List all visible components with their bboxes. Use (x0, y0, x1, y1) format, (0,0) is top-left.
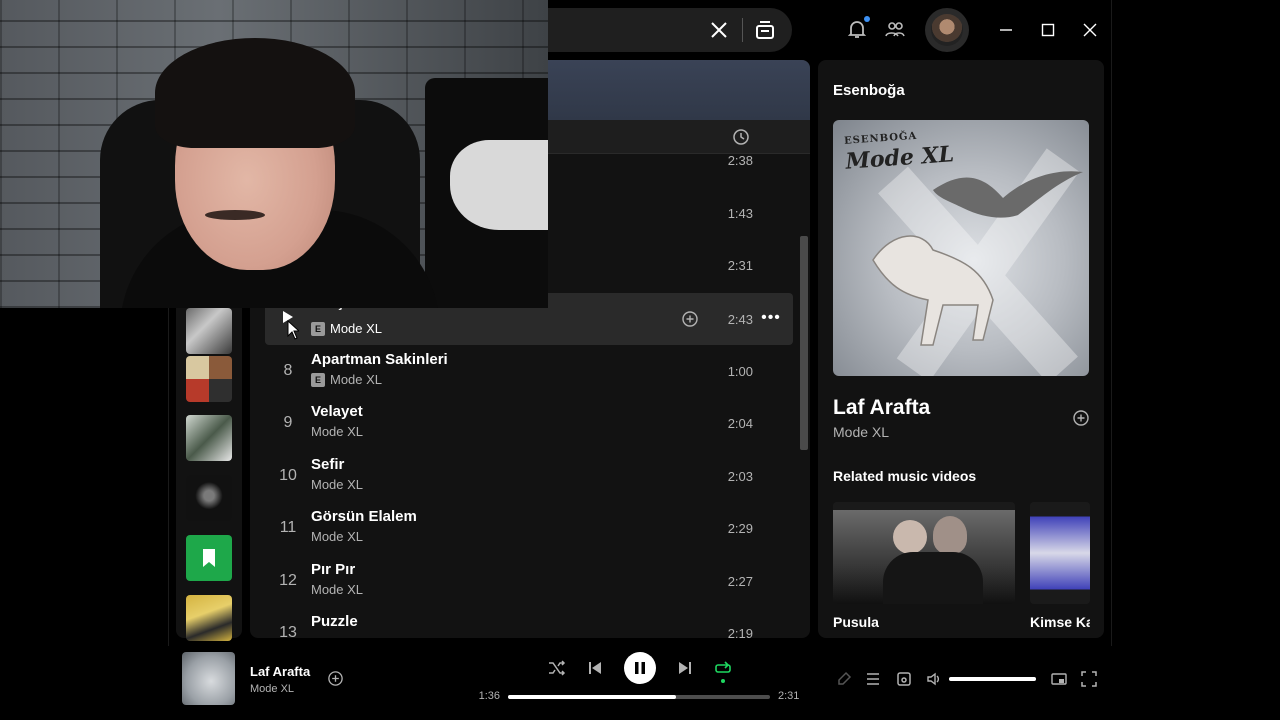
track-title[interactable]: Pır Pır (311, 561, 355, 578)
track-duration: 2:04 (727, 415, 753, 431)
progress-fill (508, 695, 676, 699)
track-duration: 2:38 (727, 153, 753, 168)
more-options-icon[interactable]: ••• (761, 309, 780, 327)
track-number: 9 (283, 414, 293, 431)
track-artist[interactable]: Mode XL (311, 582, 363, 597)
table-row[interactable]: 8 Apartman Sakinleri E Mode XL 1:00 (265, 345, 793, 397)
player-track-title[interactable]: Laf Arafta (250, 664, 310, 679)
track-title[interactable]: Görsün Elalem (311, 508, 417, 525)
video-title[interactable]: Kimse Ka (1030, 614, 1090, 630)
add-icon[interactable] (681, 310, 699, 328)
track-duration: 2:27 (727, 573, 753, 589)
pause-icon (635, 662, 645, 674)
scrollbar[interactable] (800, 236, 808, 450)
queue-icon[interactable] (864, 670, 882, 688)
panel-track-title[interactable]: Laf Arafta (833, 396, 930, 420)
related-videos-heading: Related music videos (833, 468, 977, 484)
library-item[interactable] (186, 595, 232, 641)
cursor-icon (287, 320, 299, 340)
fullscreen-icon[interactable] (1080, 670, 1098, 688)
avatar[interactable] (925, 8, 969, 52)
volume-slider[interactable] (949, 677, 1036, 681)
previous-icon[interactable] (585, 658, 605, 678)
track-artist[interactable]: Mode XL (311, 477, 363, 492)
progress-bar[interactable] (508, 695, 770, 699)
close-icon[interactable] (706, 17, 732, 43)
track-title[interactable]: Apartman Sakinleri (311, 351, 448, 368)
track-title[interactable]: Velayet (311, 403, 363, 420)
elapsed-time: 1:36 (478, 690, 500, 702)
table-row[interactable]: 11 Görsün Elalem Mode XL 2:29 (265, 502, 793, 554)
explicit-badge: E (311, 321, 325, 336)
miniplayer-icon[interactable] (1050, 670, 1068, 688)
friends-icon[interactable] (884, 18, 906, 40)
volume-fill (949, 677, 1036, 681)
saved-episodes-item[interactable] (186, 535, 232, 581)
library-item[interactable] (186, 415, 232, 461)
track-number: 12 (279, 572, 297, 589)
webcam-overlay (0, 0, 548, 308)
table-row[interactable]: 13 Puzzle 2:19 (265, 607, 793, 638)
clock-icon (733, 129, 749, 145)
volume-icon[interactable] (925, 670, 943, 688)
track-artist[interactable]: E Mode XL (311, 372, 382, 387)
track-number: 8 (283, 362, 293, 379)
video-thumbnail[interactable] (833, 502, 1015, 604)
video-thumbnail[interactable] (1030, 502, 1090, 604)
now-playing-panel: Esenboğa ESENBOĞA Mode XL Laf Arafta Mod… (818, 60, 1104, 638)
player-track-artist[interactable]: Mode XL (250, 683, 294, 695)
add-icon[interactable] (327, 670, 344, 687)
table-row[interactable]: 9 Velayet Mode XL 2:04 (265, 397, 793, 449)
minimize-icon[interactable] (994, 18, 1018, 42)
track-duration: 2:19 (727, 625, 753, 639)
track-duration: 2:31 (727, 258, 753, 273)
connect-device-icon[interactable] (895, 670, 913, 688)
repeat-icon[interactable] (713, 658, 733, 678)
track-duration: 2:03 (727, 468, 753, 484)
table-row[interactable]: 12 Pır Pır Mode XL 2:27 (265, 555, 793, 607)
maximize-icon[interactable] (1036, 18, 1060, 42)
track-duration: 2:29 (727, 520, 753, 536)
video-title[interactable]: Pusula (833, 614, 879, 630)
shuffle-icon[interactable] (547, 658, 567, 678)
pause-button[interactable] (624, 652, 656, 684)
track-title[interactable]: Sefir (311, 456, 344, 473)
microphone-icon[interactable] (835, 670, 853, 688)
next-icon[interactable] (675, 658, 695, 678)
notification-dot (864, 16, 870, 22)
track-number: 10 (279, 467, 297, 484)
browse-icon[interactable] (752, 17, 778, 43)
library-item[interactable] (186, 475, 232, 521)
search-divider (742, 18, 743, 42)
track-artist[interactable]: Mode XL (311, 529, 363, 544)
bookmark-icon (203, 549, 215, 567)
explicit-badge: E (311, 372, 325, 387)
track-title[interactable]: Puzzle (311, 613, 358, 630)
table-row[interactable]: 10 Sefir Mode XL 2:03 (265, 450, 793, 502)
album-cover: ESENBOĞA Mode XL (833, 120, 1089, 376)
cover-artwork (872, 148, 1083, 376)
library-item[interactable] (186, 356, 232, 402)
repeat-indicator (721, 679, 725, 683)
total-time: 2:31 (778, 690, 800, 702)
panel-album-title[interactable]: Esenboğa (833, 82, 905, 99)
track-duration: 1:00 (727, 363, 753, 379)
window-close-icon[interactable] (1078, 18, 1102, 42)
track-duration: 1:43 (727, 206, 753, 221)
panel-track-artist[interactable]: Mode XL (833, 424, 889, 440)
track-artist[interactable]: Mode XL (311, 424, 363, 439)
track-artist[interactable]: E Mode XL (311, 321, 382, 336)
library-item[interactable] (186, 308, 232, 354)
track-number: 13 (279, 624, 297, 638)
track-duration: 2:43 (727, 311, 753, 327)
player-album-cover[interactable] (182, 652, 235, 705)
track-number: 11 (279, 519, 297, 536)
add-icon[interactable] (1072, 409, 1090, 427)
